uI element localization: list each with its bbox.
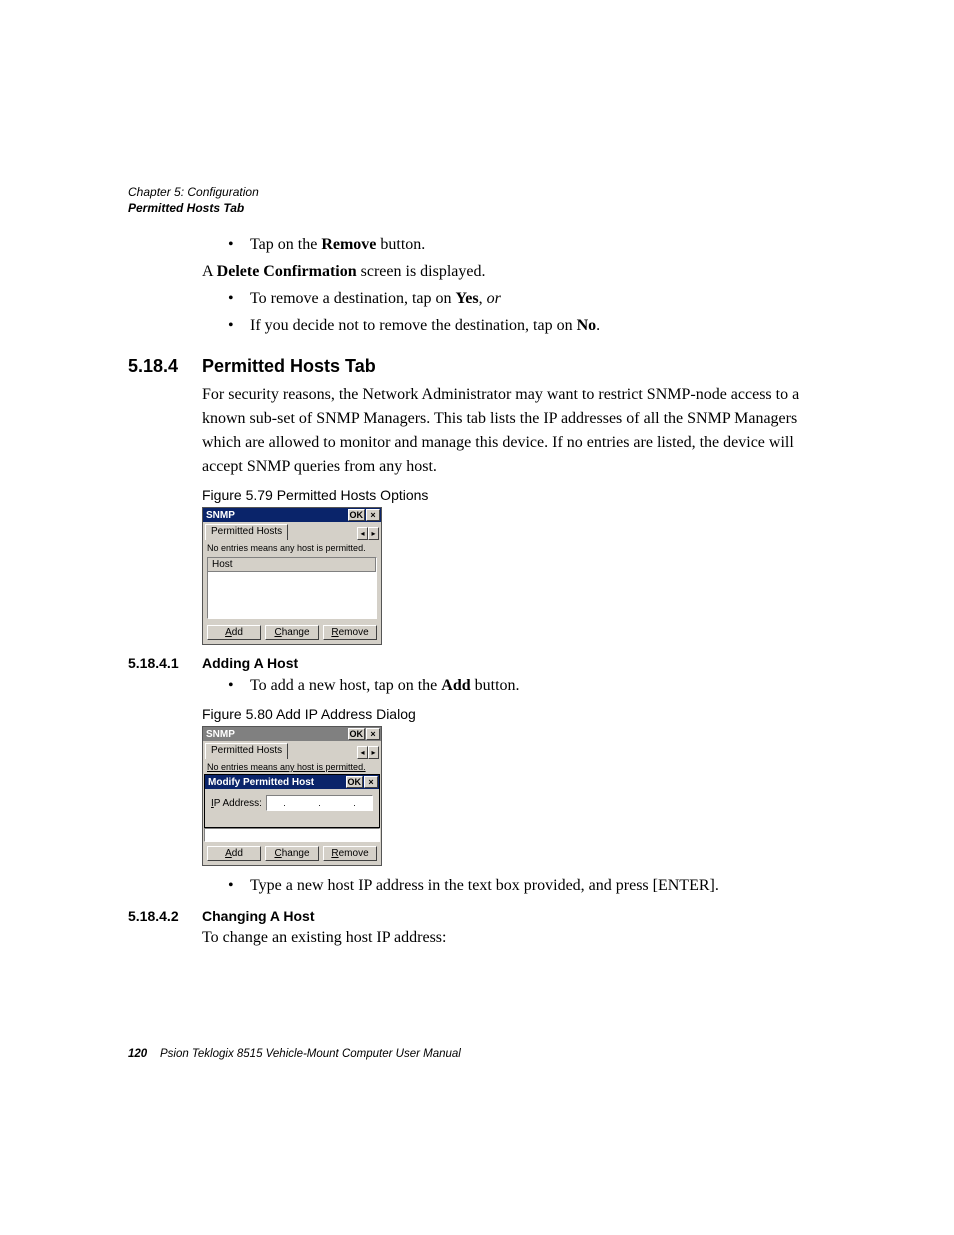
subsection-heading: 5.18.4.2 Changing A Host <box>128 908 834 924</box>
add-button[interactable]: Add <box>207 625 261 640</box>
figure-caption: Figure 5.80 Add IP Address Dialog <box>202 706 834 722</box>
bullet-item: • Tap on the Remove button. <box>226 233 834 257</box>
change-button[interactable]: Change <box>265 846 319 861</box>
bullet-item: • If you decide not to remove the destin… <box>226 314 834 338</box>
bullet-item: • To add a new host, tap on the Add butt… <box>226 674 834 698</box>
dialog-snmp-modify: SNMP OK × Permitted Hosts ◂ ▸ No entries… <box>202 726 382 866</box>
note-text: No entries means any host is permitted. <box>203 540 381 555</box>
close-button[interactable]: × <box>364 776 378 788</box>
page-number: 120 <box>128 1048 147 1060</box>
dialog-snmp: SNMP OK × Permitted Hosts ◂ ▸ No entries… <box>202 507 382 645</box>
host-list[interactable]: Host <box>207 557 377 619</box>
titlebar: SNMP OK × <box>203 727 381 741</box>
tab-permitted-hosts[interactable]: Permitted Hosts <box>205 743 288 759</box>
ok-button[interactable]: OK <box>348 728 366 740</box>
header-section: Permitted Hosts Tab <box>128 201 259 217</box>
text-bold: Remove <box>321 236 376 253</box>
paragraph: To change an existing host IP address: <box>202 926 834 950</box>
add-button[interactable]: Add <box>207 846 261 861</box>
dialog-title: SNMP <box>206 510 235 521</box>
page-footer: 120 Psion Teklogix 8515 Vehicle-Mount Co… <box>128 1048 461 1060</box>
bullet-item: • To remove a destination, tap on Yes, o… <box>226 287 834 311</box>
close-button[interactable]: × <box>366 509 380 521</box>
tab-permitted-hosts[interactable]: Permitted Hosts <box>205 524 288 540</box>
figure-caption: Figure 5.79 Permitted Hosts Options <box>202 487 834 503</box>
column-header-host: Host <box>208 558 376 572</box>
tab-nav-left[interactable]: ◂ <box>357 746 368 759</box>
text: button. <box>376 236 425 253</box>
ip-address-input[interactable]: ... <box>266 795 373 811</box>
remove-button[interactable]: Remove <box>323 846 377 861</box>
paragraph: For security reasons, the Network Admini… <box>202 383 834 479</box>
dialog-modify-host: Modify Permitted Host OK × IP Address: .… <box>204 774 380 828</box>
remove-button[interactable]: Remove <box>323 625 377 640</box>
list-area <box>204 828 380 842</box>
tab-nav-right[interactable]: ▸ <box>368 527 379 540</box>
section-heading: 5.18.4 Permitted Hosts Tab <box>128 356 834 377</box>
tab-strip: Permitted Hosts ◂ ▸ <box>203 741 381 759</box>
footer-title: Psion Teklogix 8515 Vehicle-Mount Comput… <box>160 1048 461 1060</box>
titlebar: SNMP OK × <box>203 508 381 522</box>
ok-button[interactable]: OK <box>346 776 364 788</box>
dialog-title: Modify Permitted Host <box>208 777 314 788</box>
bullet-item: • Type a new host IP address in the text… <box>226 874 834 898</box>
paragraph: A Delete Confirmation screen is displaye… <box>202 260 834 284</box>
text: Tap on the <box>250 236 321 253</box>
change-button[interactable]: Change <box>265 625 319 640</box>
header-chapter: Chapter 5: Configuration <box>128 185 259 201</box>
ip-address-label: IP Address: <box>211 798 262 809</box>
tab-nav-left[interactable]: ◂ <box>357 527 368 540</box>
tab-strip: Permitted Hosts ◂ ▸ <box>203 522 381 540</box>
close-button[interactable]: × <box>366 728 380 740</box>
subsection-heading: 5.18.4.1 Adding A Host <box>128 655 834 671</box>
dialog-title: SNMP <box>206 729 235 740</box>
note-text: No entries means any host is permitted. <box>203 759 381 774</box>
tab-nav-right[interactable]: ▸ <box>368 746 379 759</box>
titlebar: Modify Permitted Host OK × <box>205 775 379 789</box>
ok-button[interactable]: OK <box>348 509 366 521</box>
